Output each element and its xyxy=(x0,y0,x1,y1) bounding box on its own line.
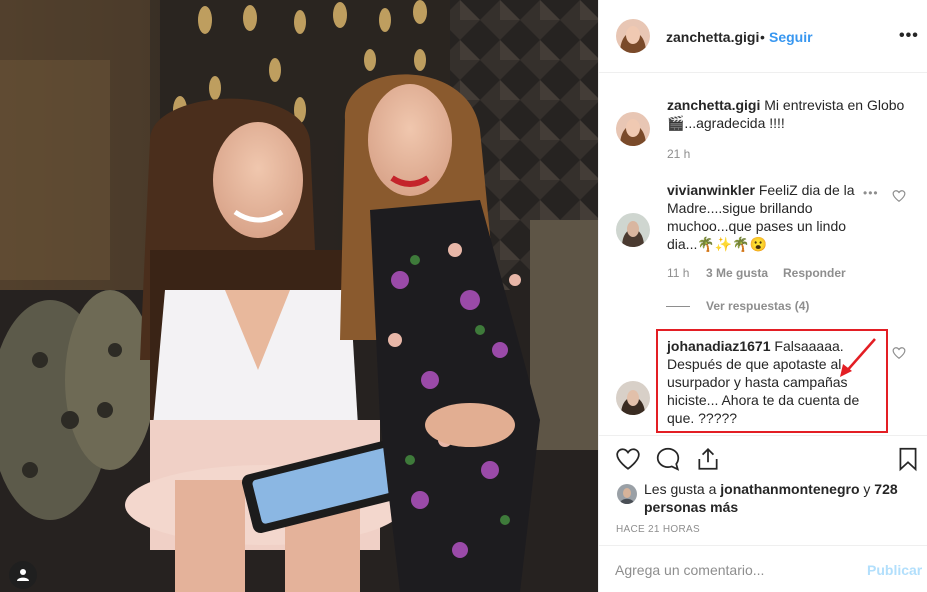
caption-avatar[interactable] xyxy=(616,112,650,146)
likes-connector: y xyxy=(863,481,871,497)
reply-button[interactable]: Responder xyxy=(783,266,846,280)
user-tag-button[interactable] xyxy=(9,561,37,589)
publish-button[interactable]: Publicar xyxy=(867,562,922,578)
separator-dot: • xyxy=(760,29,765,45)
bookmark-icon[interactable] xyxy=(895,446,921,472)
comments-list[interactable]: zanchetta.gigi Mi entrevista en Globo 🎬.… xyxy=(599,73,927,435)
comment-input[interactable] xyxy=(615,560,855,580)
photo-illustration xyxy=(0,0,598,592)
comment-more-icon[interactable]: ••• xyxy=(863,186,879,200)
post-header: zanchetta.gigi • Seguir ••• xyxy=(599,0,927,73)
share-icon[interactable] xyxy=(695,446,721,472)
comment-text-block: vivianwinkler FeeliZ dia de la Madre....… xyxy=(667,181,872,253)
post-side-panel: zanchetta.gigi • Seguir ••• zanchetta.gi… xyxy=(598,0,927,592)
caption-username[interactable]: zanchetta.gigi xyxy=(667,97,760,113)
red-arrow-annotation xyxy=(840,338,876,377)
post-timestamp[interactable]: HACE 21 HORAS xyxy=(616,524,700,535)
more-options-icon[interactable]: ••• xyxy=(899,27,919,45)
comment-avatar[interactable] xyxy=(616,213,650,247)
liker-username[interactable]: jonathanmontenegro xyxy=(720,481,859,497)
author-username[interactable]: zanchetta.gigi xyxy=(666,29,759,45)
instagram-post-view: zanchetta.gigi • Seguir ••• zanchetta.gi… xyxy=(0,0,927,592)
comment-likes-count[interactable]: 3 Me gusta xyxy=(706,266,768,280)
comment-username[interactable]: vivianwinkler xyxy=(667,182,755,198)
liker-avatar[interactable] xyxy=(617,484,637,504)
comment-like-heart-icon[interactable] xyxy=(892,346,906,360)
comment-like-heart-icon[interactable] xyxy=(892,189,906,203)
caption-time[interactable]: 21 h xyxy=(667,147,690,161)
user-tag-icon xyxy=(17,569,29,581)
follow-button[interactable]: Seguir xyxy=(769,29,813,45)
caption-text-block: zanchetta.gigi Mi entrevista en Globo 🎬.… xyxy=(667,96,907,132)
post-actions: Les gusta a jonathanmontenegro y 728 per… xyxy=(599,435,927,545)
comment-avatar[interactable] xyxy=(616,381,650,415)
comment-icon[interactable] xyxy=(655,446,681,472)
likes-summary: Les gusta a jonathanmontenegro y 728 per… xyxy=(644,480,914,516)
view-replies-button[interactable]: Ver respuestas (4) xyxy=(706,299,809,313)
add-comment-bar: Publicar xyxy=(599,545,927,592)
replies-divider xyxy=(666,306,690,307)
heart-icon[interactable] xyxy=(615,446,641,472)
author-avatar[interactable] xyxy=(616,19,650,53)
likes-prefix: Les gusta a xyxy=(644,481,717,497)
comment-time[interactable]: 11 h xyxy=(667,266,689,280)
post-photo[interactable] xyxy=(0,0,598,592)
